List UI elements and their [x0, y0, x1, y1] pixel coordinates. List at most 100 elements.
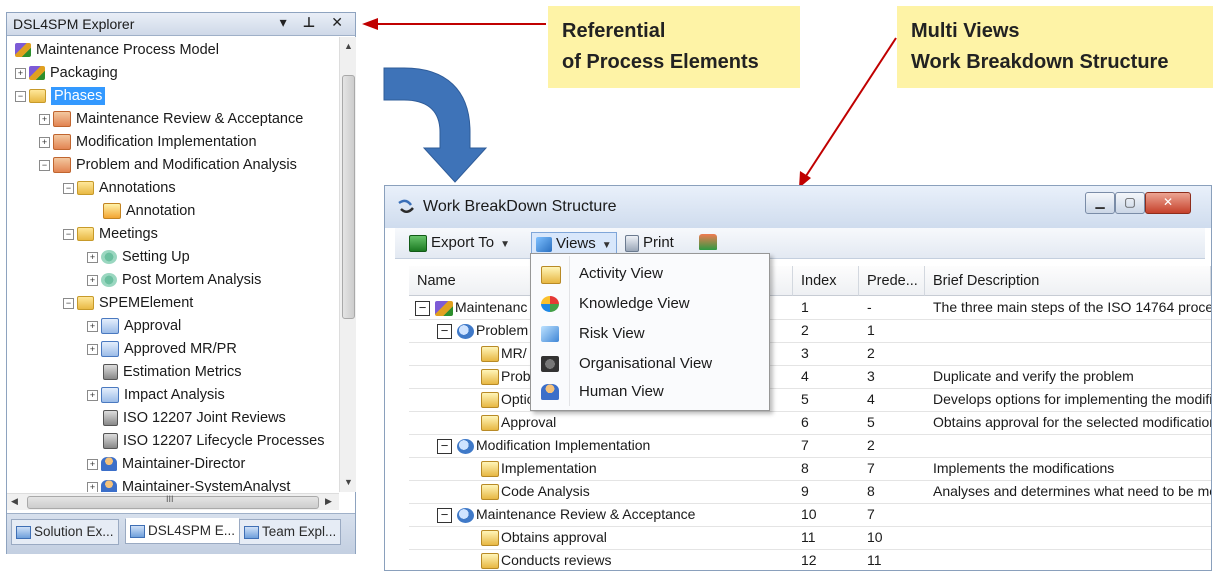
phase-icon [457, 323, 474, 339]
callout-line: Multi Views [911, 20, 1020, 42]
callout-line: Work Breakdown Structure [911, 51, 1169, 73]
row-name-label: Implementation [501, 460, 597, 476]
activity-icon [481, 346, 499, 363]
menu-item-activity-view[interactable]: Activity View [531, 260, 769, 288]
row-name-label: Prob [501, 368, 531, 384]
maximize-icon: ▢ [1124, 195, 1136, 209]
row-name-label: Code Analysis [501, 483, 590, 499]
menu-item-risk-view[interactable]: Risk View [531, 320, 769, 348]
cell-index: 2 [801, 322, 809, 338]
views-label: Views [556, 235, 596, 252]
chevron-down-icon: ▼ [601, 240, 612, 251]
chevron-down-icon: ▼ [500, 239, 510, 250]
cell-index: 1 [801, 299, 809, 315]
minimize-icon: ▁ [1095, 195, 1105, 209]
column-header-description[interactable]: Brief Description [925, 266, 1211, 296]
menu-item-organisational-view[interactable]: Organisational View [531, 350, 769, 378]
cell-predecessor: 2 [867, 345, 875, 361]
row-name-label: MR/ [501, 345, 527, 361]
cell-description: Analyses and determines what need to be … [933, 483, 1211, 499]
callout-line: Referential [562, 20, 666, 42]
cell-name: Approval [409, 411, 793, 434]
cell-name: − Maintenance Review & Acceptance [409, 503, 793, 526]
cell-description [925, 526, 1211, 549]
cell-description: Implements the modifications [933, 460, 1115, 476]
human-view-icon [541, 384, 559, 400]
cell-index: 6 [801, 414, 809, 430]
excel-icon [409, 234, 427, 252]
table-row[interactable]: Implementation 8 7 Implements the modificat… [409, 457, 1211, 481]
maximize-button[interactable]: ▢ [1115, 192, 1145, 214]
column-header-predecessor[interactable]: Prede... [859, 266, 925, 296]
collapse-icon[interactable]: − [415, 300, 430, 316]
print-label: Print [643, 234, 674, 251]
table-row[interactable]: Code Analysis 9 8 Analyses and determines w… [409, 480, 1211, 504]
menu-item-label: Risk View [579, 325, 645, 342]
row-name-label: Maintenanc [455, 299, 528, 315]
cell-name: Code Analysis [409, 480, 793, 503]
menu-item-knowledge-view[interactable]: Knowledge View [531, 290, 769, 318]
collapse-icon[interactable]: − [437, 507, 452, 523]
knowledge-view-icon [541, 296, 559, 312]
table-row[interactable]: − Modification Implementation 7 2 [409, 434, 1211, 458]
menu-item-label: Knowledge View [579, 295, 690, 312]
table-row[interactable]: Obtains approval 11 10 [409, 526, 1211, 550]
close-button[interactable]: ✕ [1145, 192, 1191, 214]
column-header-index[interactable]: Index [793, 266, 859, 296]
organisational-view-icon [541, 356, 559, 372]
wbs-title: Work BreakDown Structure [423, 198, 617, 215]
activity-icon [481, 392, 499, 409]
table-row[interactable]: Approval 6 5 Obtains approval for the selec… [409, 411, 1211, 435]
row-name-label: Approval [501, 414, 557, 430]
red-arrow-line [805, 37, 897, 177]
home-icon[interactable] [699, 234, 717, 250]
cell-description [925, 342, 1211, 365]
cell-description [925, 549, 1211, 570]
cell-index: 11 [801, 529, 816, 545]
collapse-icon[interactable]: − [437, 438, 452, 454]
views-dropdown-menu: Activity View Knowledge View Risk View O… [530, 253, 770, 411]
cell-predecessor: 11 [867, 552, 882, 568]
print-button[interactable]: Print [625, 232, 674, 254]
cell-predecessor: 1 [867, 322, 875, 338]
collapse-icon[interactable]: − [437, 323, 452, 339]
cell-index: 3 [801, 345, 809, 361]
big-curved-arrow [383, 67, 488, 183]
activity-icon [481, 553, 499, 570]
cell-description [925, 503, 1211, 526]
row-name-label: Problem [476, 322, 529, 338]
activity-icon [481, 369, 499, 386]
menu-item-label: Activity View [579, 265, 663, 282]
table-row[interactable]: Conducts reviews 12 11 [409, 549, 1211, 570]
cell-predecessor: - [867, 299, 872, 315]
row-name-label: Conducts reviews [501, 552, 612, 568]
activity-icon [481, 415, 499, 432]
cell-index: 9 [801, 483, 809, 499]
callout-line: of Process Elements [562, 51, 759, 73]
cell-name: Obtains approval [409, 526, 793, 549]
phase-icon [457, 507, 474, 523]
activity-icon [481, 530, 499, 547]
cell-index: 8 [801, 460, 809, 476]
cell-predecessor: 2 [867, 437, 875, 453]
cell-predecessor: 8 [867, 483, 875, 499]
menu-item-human-view[interactable]: Human View [531, 378, 769, 406]
row-name-label: Obtains approval [501, 529, 607, 545]
cell-index: 12 [801, 552, 817, 568]
cell-predecessor: 4 [867, 391, 875, 407]
cell-description [925, 319, 1211, 342]
cell-description: Develops options for implementing the mo… [933, 391, 1211, 407]
views-icon [536, 236, 552, 252]
close-icon: ✕ [1162, 195, 1174, 209]
phase-icon [457, 438, 474, 454]
activity-icon [481, 461, 499, 478]
minimize-button[interactable]: ▁ [1085, 192, 1115, 214]
wbs-window: Work BreakDown Structure ▁ ▢ ✕ Export To… [384, 185, 1212, 571]
table-row[interactable]: − Maintenance Review & Acceptance 10 7 [409, 503, 1211, 527]
activity-view-icon [541, 266, 561, 284]
export-label: Export To [431, 234, 495, 251]
process-icon [435, 300, 453, 316]
export-to-button[interactable]: Export To ▼ [409, 232, 510, 254]
menu-item-label: Human View [579, 383, 664, 400]
cell-predecessor: 3 [867, 368, 875, 384]
